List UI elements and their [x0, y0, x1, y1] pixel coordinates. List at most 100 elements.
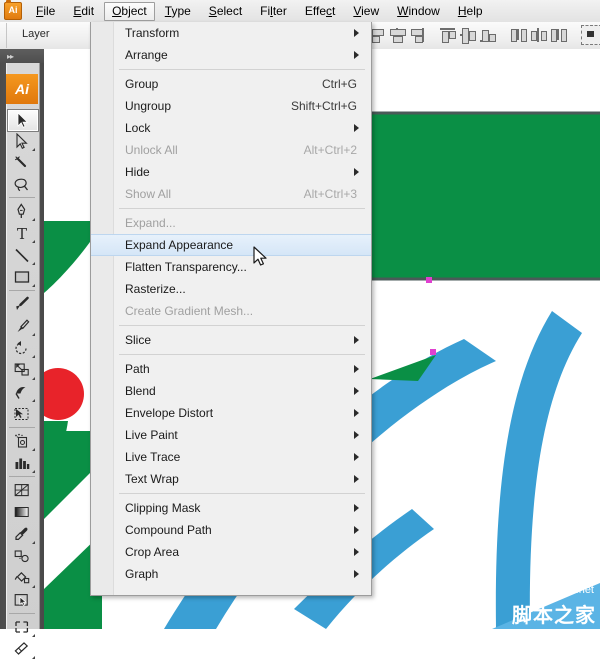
menu-item-blend[interactable]: Blend: [91, 380, 371, 402]
tool-flyout-indicator: [29, 333, 35, 336]
menu-item-text-wrap[interactable]: Text Wrap: [91, 468, 371, 490]
menu-item-label: Clipping Mask: [125, 501, 201, 515]
warp-tool[interactable]: [7, 382, 37, 403]
align-right-icon[interactable]: [408, 26, 425, 44]
menu-item-expand-appearance[interactable]: Expand Appearance: [91, 234, 371, 256]
chevron-double-right-icon: ▸▸: [7, 52, 14, 61]
menu-item-transform[interactable]: Transform: [91, 22, 371, 44]
submenu-arrow-icon: [354, 526, 359, 534]
menu-item-hide[interactable]: Hide: [91, 161, 371, 183]
gradient-tool[interactable]: [7, 502, 37, 523]
menu-item-label: Rasterize...: [125, 282, 186, 296]
menubar-item-edit[interactable]: Edit: [65, 2, 102, 21]
menubar-item-help[interactable]: Help: [450, 2, 491, 21]
live-paint-bucket-tool[interactable]: [7, 568, 37, 589]
free-transform-tool[interactable]: [7, 404, 37, 425]
menu-item-clipping-mask[interactable]: Clipping Mask: [91, 497, 371, 519]
artwork-blue-curve-right: [495, 311, 582, 629]
menu-item-label: Graph: [125, 567, 159, 581]
line-segment-tool[interactable]: [7, 245, 37, 266]
artwork-anchor-point: [426, 277, 432, 283]
menu-item-slice[interactable]: Slice: [91, 329, 371, 351]
column-graph-tool[interactable]: [7, 453, 37, 474]
align-top-icon[interactable]: [439, 26, 456, 44]
tools-divider: [9, 476, 35, 477]
align-buttons-group: [368, 25, 600, 45]
type-tool[interactable]: T: [7, 223, 37, 244]
live-paint-selection-tool[interactable]: [7, 590, 37, 611]
distribute-bottom-icon[interactable]: [550, 26, 567, 44]
menu-item-label: Unlock All: [125, 143, 178, 157]
menu-item-lock[interactable]: Lock: [91, 117, 371, 139]
menu-item-label: Hide: [125, 165, 150, 179]
menu-item-shortcut: Alt+Ctrl+3: [303, 187, 357, 201]
align-bottom-icon[interactable]: [479, 26, 496, 44]
menu-item-path[interactable]: Path: [91, 358, 371, 380]
menu-item-flatten-transparency[interactable]: Flatten Transparency...: [91, 256, 371, 278]
menubar-item-view[interactable]: View: [345, 2, 387, 21]
menu-item-label: Show All: [125, 187, 172, 201]
scale-tool[interactable]: [7, 360, 37, 381]
tool-flyout-indicator: [29, 585, 35, 588]
menu-item-group[interactable]: Group Ctrl+G: [91, 73, 371, 95]
menu-item-graph[interactable]: Graph: [91, 563, 371, 585]
pen-tool[interactable]: [7, 201, 37, 222]
submenu-arrow-icon: [354, 336, 359, 344]
menu-item-ungroup[interactable]: Ungroup Shift+Ctrl+G: [91, 95, 371, 117]
tools-panel-collapse-handle[interactable]: ▸▸: [0, 49, 44, 63]
tool-flyout-indicator: [29, 262, 35, 265]
artwork-green-rectangle: [368, 111, 600, 281]
menu-item-live-paint[interactable]: Live Paint: [91, 424, 371, 446]
menu-separator: [119, 325, 365, 326]
rectangle-tool[interactable]: [7, 267, 37, 288]
magic-wand-tool[interactable]: [7, 153, 37, 174]
transform-bounding-box-icon[interactable]: [581, 25, 600, 45]
menu-separator: [119, 493, 365, 494]
tool-flyout-indicator: [29, 470, 35, 473]
svg-text:T: T: [17, 225, 27, 242]
blend-tool[interactable]: [7, 546, 37, 567]
align-center-horizontal-icon[interactable]: [388, 26, 406, 44]
tools-divider: [9, 613, 35, 614]
menu-item-label: Flatten Transparency...: [125, 260, 247, 274]
eyedropper-tool[interactable]: [7, 524, 37, 545]
tool-flyout-indicator: [29, 634, 35, 637]
distribute-top-icon[interactable]: [510, 26, 527, 44]
menubar-item-select[interactable]: Select: [201, 2, 250, 21]
tool-flyout-indicator: [29, 656, 35, 659]
pencil-tool[interactable]: [7, 316, 37, 337]
menu-item-crop-area[interactable]: Crop Area: [91, 541, 371, 563]
menu-item-label: Envelope Distort: [125, 406, 214, 420]
menubar-item-effect[interactable]: Effect: [297, 2, 343, 21]
align-middle-vertical-icon[interactable]: [459, 26, 476, 44]
menu-item-compound-path[interactable]: Compound Path: [91, 519, 371, 541]
menu-item-envelope-distort[interactable]: Envelope Distort: [91, 402, 371, 424]
mesh-tool[interactable]: [7, 480, 37, 501]
rotate-tool[interactable]: [7, 338, 37, 359]
eraser-tool[interactable]: [7, 639, 37, 660]
direct-selection-tool[interactable]: [7, 131, 37, 152]
tool-flyout-indicator: [29, 240, 35, 243]
symbol-sprayer-tool[interactable]: [7, 431, 37, 452]
tool-flyout-indicator: [29, 284, 35, 287]
object-dropdown-menu[interactable]: Transform Arrange Group Ctrl+G Ungroup Shift+…: [90, 22, 372, 596]
paintbrush-tool[interactable]: [7, 294, 37, 315]
menu-item-label: Slice: [125, 333, 152, 347]
menu-separator: [119, 354, 365, 355]
menu-item-label: Live Paint: [125, 428, 178, 442]
tool-flyout-indicator: [29, 355, 35, 358]
lasso-tool[interactable]: [7, 175, 37, 196]
menu-item-rasterize[interactable]: Rasterize...: [91, 278, 371, 300]
menubar-item-window[interactable]: Window: [389, 2, 448, 21]
selection-tool[interactable]: [7, 109, 39, 132]
menubar-item-file[interactable]: File: [28, 2, 63, 21]
menu-item-live-trace[interactable]: Live Trace: [91, 446, 371, 468]
distribute-center-icon[interactable]: [530, 26, 547, 44]
menubar-item-object[interactable]: Object: [104, 1, 155, 21]
menu-item-label: Create Gradient Mesh...: [125, 304, 254, 318]
menu-item-label: Blend: [125, 384, 156, 398]
crop-area-tool[interactable]: [7, 617, 37, 638]
menubar-item-filter[interactable]: Filter: [252, 2, 295, 21]
menubar-item-type[interactable]: Type: [157, 2, 199, 21]
menu-item-arrange[interactable]: Arrange: [91, 44, 371, 66]
